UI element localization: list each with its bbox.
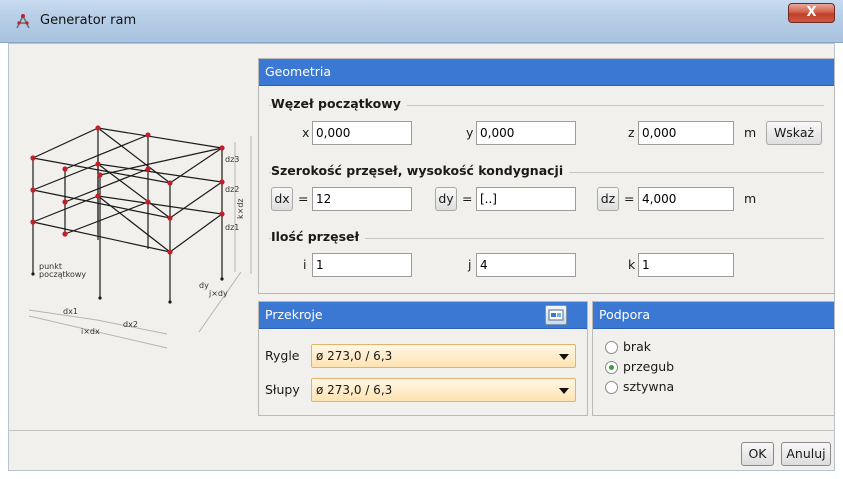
- przekroje-header: Przekroje: [259, 302, 587, 329]
- kdz-label: k×dz: [236, 198, 245, 219]
- y-input[interactable]: 0,000: [476, 121, 576, 145]
- j-input[interactable]: 4: [476, 253, 576, 277]
- radio-brak-label: brak: [623, 339, 651, 354]
- radio-przegub-label: przegub: [623, 359, 675, 374]
- ilosc-title: Ilość przęseł: [271, 229, 366, 244]
- przekroje-title: Przekroje: [265, 307, 323, 322]
- anuluj-button[interactable]: Anuluj: [781, 442, 831, 466]
- i-input[interactable]: 1: [312, 253, 412, 277]
- wezel-title: Węzeł początkowy: [271, 96, 407, 111]
- x-input[interactable]: 0,000: [312, 121, 412, 145]
- dz3-label: dz3: [225, 155, 239, 164]
- dx1-label: dx1: [63, 307, 78, 316]
- jdy-label: j×dy: [208, 289, 228, 298]
- dx-input[interactable]: 12: [312, 187, 412, 211]
- dy-button[interactable]: dy: [435, 187, 457, 211]
- frame-diagram: dz3 dz2 dz1 k×dz dy j×dy dx1 dx2 i×dx pu…: [28, 125, 252, 349]
- x-label: x: [302, 125, 310, 140]
- podpora-panel: Podpora brak przegub sztywna: [592, 301, 835, 416]
- section-library-icon: [548, 309, 564, 321]
- dialog-body: dz3 dz2 dz1 k×dz dy j×dy dx1 dx2 i×dx pu…: [8, 43, 835, 471]
- i-label: i: [303, 257, 307, 272]
- podpora-header: Podpora: [593, 302, 834, 329]
- z-input[interactable]: 0,000: [638, 121, 734, 145]
- dx-eq: =: [298, 191, 309, 206]
- unit-label: m: [744, 191, 757, 206]
- unit-label: m: [744, 125, 757, 140]
- chevron-down-icon: [559, 388, 569, 394]
- z-label: z: [628, 125, 635, 140]
- wskaz-button[interactable]: Wskaż: [766, 121, 822, 145]
- window-title: Generator ram: [40, 13, 137, 28]
- section-library-button[interactable]: [545, 305, 567, 325]
- poczatkowy-label: początkowy: [39, 270, 86, 279]
- footer-divider: [9, 430, 834, 431]
- j-label: j: [468, 257, 472, 272]
- geometria-header: Geometria: [259, 59, 834, 86]
- rygle-value: ø 273,0 / 6,3: [316, 349, 393, 363]
- dz2-label: dz2: [225, 185, 239, 194]
- slupy-value: ø 273,0 / 6,3: [316, 383, 393, 397]
- slupy-select[interactable]: ø 273,0 / 6,3: [311, 378, 576, 402]
- przekroje-panel: Przekroje Rygle ø 273,0 / 6,3 Słupy ø 27…: [258, 301, 588, 416]
- radio-brak-indicator: [605, 341, 618, 354]
- dz-input[interactable]: 4,000: [638, 187, 734, 211]
- ok-button[interactable]: OK: [741, 442, 774, 466]
- radio-sztywna-indicator: [605, 381, 618, 394]
- radio-sztywna-label: sztywna: [623, 379, 675, 394]
- dx2-label: dx2: [123, 320, 138, 329]
- dy-label: dy: [199, 281, 209, 290]
- y-label: y: [466, 125, 474, 140]
- k-label: k: [628, 257, 636, 272]
- szerokosc-title: Szerokość przęseł, wysokość kondygnacji: [271, 163, 570, 178]
- rygle-label: Rygle: [265, 348, 300, 363]
- dz-eq: =: [624, 191, 635, 206]
- dy-eq: =: [462, 191, 473, 206]
- geometria-panel: Geometria Węzeł początkowy x 0,000 y 0,0…: [258, 58, 835, 294]
- idx-label: i×dx: [81, 327, 100, 336]
- k-input[interactable]: 1: [638, 253, 734, 277]
- dy-input[interactable]: [..]: [476, 187, 576, 211]
- dz1-label: dz1: [225, 223, 239, 232]
- dx-button[interactable]: dx: [271, 187, 293, 211]
- rygle-select[interactable]: ø 273,0 / 6,3: [311, 344, 576, 368]
- frame-generator-icon: [16, 14, 30, 29]
- dz-button[interactable]: dz: [597, 187, 619, 211]
- slupy-label: Słupy: [265, 382, 300, 397]
- radio-przegub-indicator: [605, 361, 618, 374]
- title-bar: Generator ram X: [0, 0, 843, 43]
- close-button[interactable]: X: [788, 3, 835, 23]
- chevron-down-icon: [559, 354, 569, 360]
